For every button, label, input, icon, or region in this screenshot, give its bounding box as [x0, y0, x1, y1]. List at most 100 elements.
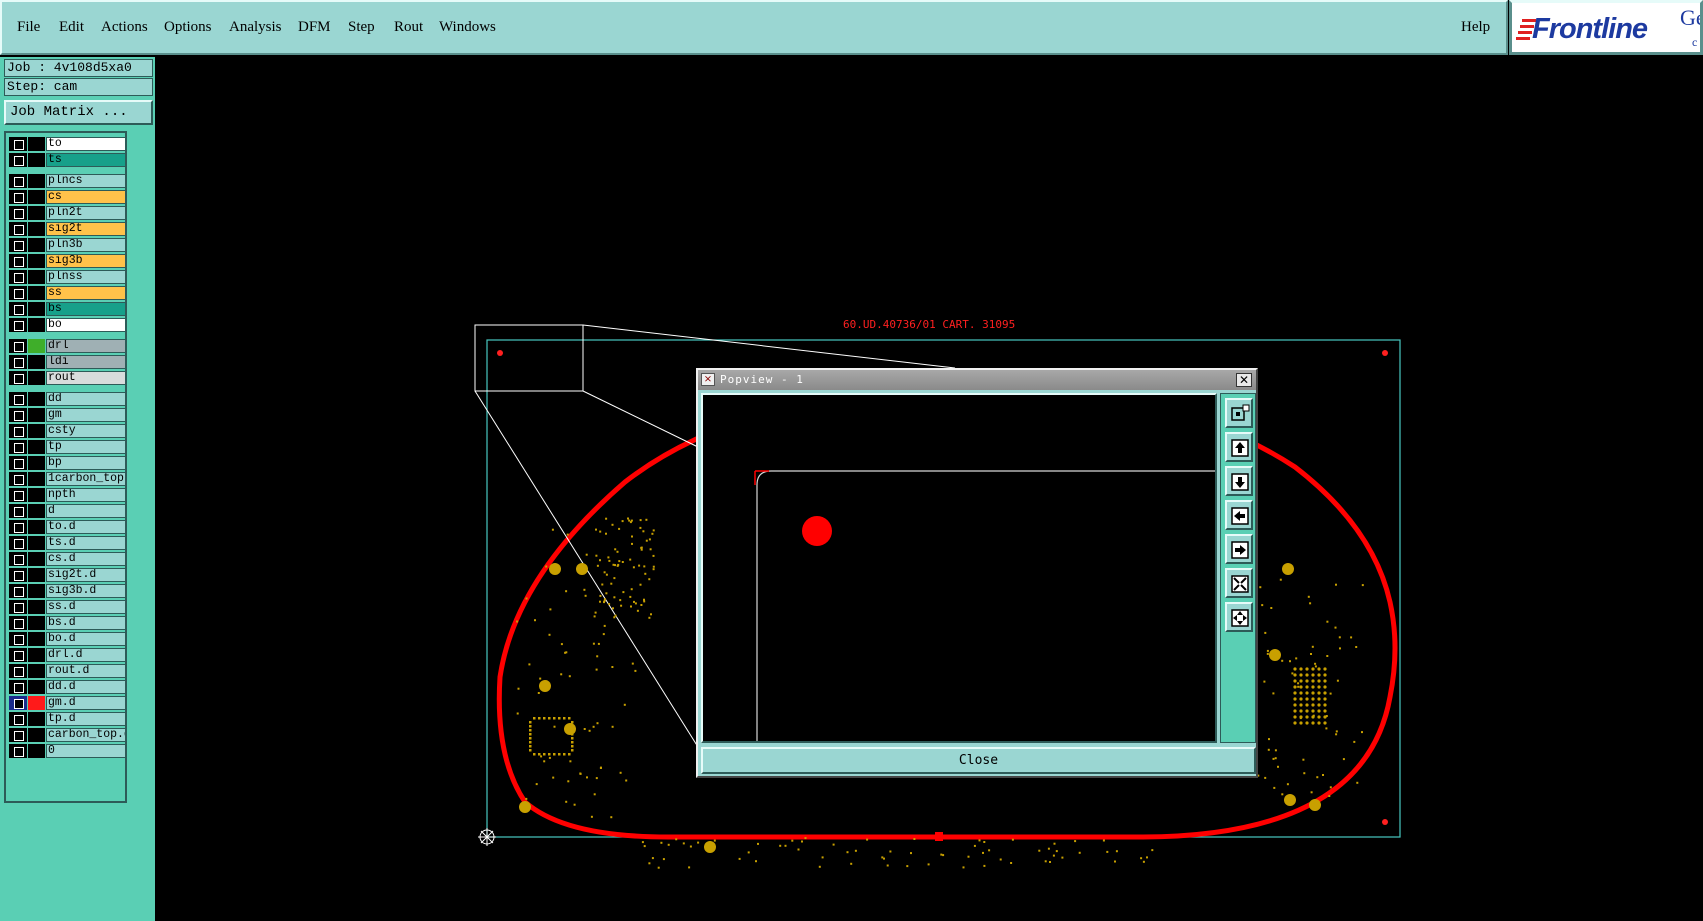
layer-row[interactable]: sig3b [9, 254, 126, 268]
layer-color-swatch[interactable] [28, 600, 45, 614]
layer-color-swatch[interactable] [28, 728, 45, 742]
layer-color-swatch[interactable] [28, 616, 45, 630]
layer-row[interactable]: tp.d [9, 712, 126, 726]
layer-name[interactable]: ldi [46, 355, 126, 369]
layer-row[interactable]: bp [9, 456, 126, 470]
layer-color-swatch[interactable] [28, 153, 45, 167]
layer-row[interactable]: gm [9, 408, 126, 422]
layer-checkbox[interactable] [9, 270, 27, 284]
layer-color-swatch[interactable] [28, 440, 45, 454]
layer-name[interactable]: sig3b [46, 254, 126, 268]
layer-color-swatch[interactable] [28, 680, 45, 694]
layer-row[interactable]: gm.d [9, 696, 126, 710]
layer-checkbox[interactable] [9, 206, 27, 220]
layer-checkbox[interactable] [9, 472, 27, 486]
layer-row[interactable]: drl.d [9, 648, 126, 662]
pan-up-button[interactable] [1225, 432, 1253, 462]
layer-checkbox[interactable] [9, 712, 27, 726]
layer-row[interactable]: cs [9, 190, 126, 204]
layer-name[interactable]: pln2t [46, 206, 126, 220]
layer-row[interactable]: sig3b.d [9, 584, 126, 598]
layer-name[interactable]: carbon_top.d [46, 728, 126, 742]
layer-checkbox[interactable] [9, 552, 27, 566]
layer-row[interactable]: sig2t [9, 222, 126, 236]
layer-color-swatch[interactable] [28, 536, 45, 550]
layer-checkbox[interactable] [9, 456, 27, 470]
layer-name[interactable]: ts.d [46, 536, 126, 550]
layer-color-swatch[interactable] [28, 371, 45, 385]
layer-color-swatch[interactable] [28, 552, 45, 566]
zoom-home-button[interactable] [1225, 398, 1253, 428]
layer-row[interactable]: bs.d [9, 616, 126, 630]
layer-name[interactable]: pln3b [46, 238, 126, 252]
layer-color-swatch[interactable] [28, 318, 45, 332]
layer-checkbox[interactable] [9, 520, 27, 534]
menu-actions[interactable]: Actions [101, 19, 148, 36]
layer-color-swatch[interactable] [28, 712, 45, 726]
layer-name[interactable]: cs [46, 190, 126, 204]
layer-row[interactable]: sig2t.d [9, 568, 126, 582]
layer-name[interactable]: bs.d [46, 616, 126, 630]
menu-help[interactable]: Help [1461, 19, 1490, 36]
layer-row[interactable]: 1carbon_top [9, 472, 126, 486]
layer-checkbox[interactable] [9, 600, 27, 614]
menu-rout[interactable]: Rout [394, 19, 423, 36]
layer-checkbox[interactable] [9, 632, 27, 646]
layer-checkbox[interactable] [9, 728, 27, 742]
layer-color-swatch[interactable] [28, 488, 45, 502]
layer-color-swatch[interactable] [28, 286, 45, 300]
layer-row[interactable]: ss [9, 286, 126, 300]
layer-row[interactable]: ldi [9, 355, 126, 369]
layer-checkbox[interactable] [9, 222, 27, 236]
layer-name[interactable]: rout [46, 371, 126, 385]
layer-row[interactable]: ss.d [9, 600, 126, 614]
layer-checkbox[interactable] [9, 408, 27, 422]
zoom-center-button[interactable] [1225, 602, 1253, 632]
menu-options[interactable]: Options [164, 19, 212, 36]
menu-edit[interactable]: Edit [59, 19, 84, 36]
layer-checkbox[interactable] [9, 744, 27, 758]
layer-color-swatch[interactable] [28, 270, 45, 284]
layer-checkbox[interactable] [9, 680, 27, 694]
layer-checkbox[interactable] [9, 696, 27, 710]
layer-row[interactable]: carbon_top.d [9, 728, 126, 742]
pan-down-button[interactable] [1225, 466, 1253, 496]
layer-row[interactable]: pln3b [9, 238, 126, 252]
layer-row[interactable]: pln2t [9, 206, 126, 220]
menu-step[interactable]: Step [348, 19, 375, 36]
layer-checkbox[interactable] [9, 648, 27, 662]
layer-color-swatch[interactable] [28, 424, 45, 438]
layer-name[interactable]: ss.d [46, 600, 126, 614]
layer-row[interactable]: drl [9, 339, 126, 353]
layer-row[interactable]: npth [9, 488, 126, 502]
layer-checkbox[interactable] [9, 440, 27, 454]
layer-name[interactable]: gm [46, 408, 126, 422]
layer-color-swatch[interactable] [28, 408, 45, 422]
layer-color-swatch[interactable] [28, 355, 45, 369]
layer-name[interactable]: to [46, 137, 126, 151]
popview-close-button[interactable]: Close [701, 747, 1256, 774]
layer-row[interactable]: to [9, 137, 126, 151]
layer-checkbox[interactable] [9, 190, 27, 204]
layer-checkbox[interactable] [9, 137, 27, 151]
layer-checkbox[interactable] [9, 488, 27, 502]
layer-row[interactable]: plnss [9, 270, 126, 284]
layer-name[interactable]: rout.d [46, 664, 126, 678]
pan-left-button[interactable] [1225, 500, 1253, 530]
layer-color-swatch[interactable] [28, 392, 45, 406]
layer-row[interactable]: plncs [9, 174, 126, 188]
layer-name[interactable]: d [46, 504, 126, 518]
layer-row[interactable]: to.d [9, 520, 126, 534]
layer-color-swatch[interactable] [28, 174, 45, 188]
layer-row[interactable]: ts.d [9, 536, 126, 550]
layer-name[interactable]: plnss [46, 270, 126, 284]
layer-color-swatch[interactable] [28, 520, 45, 534]
layer-name[interactable]: ts [46, 153, 126, 167]
layer-color-swatch[interactable] [28, 696, 45, 710]
layer-color-swatch[interactable] [28, 339, 45, 353]
layer-row[interactable]: rout [9, 371, 126, 385]
layer-name[interactable]: tp.d [46, 712, 126, 726]
layer-color-swatch[interactable] [28, 648, 45, 662]
layer-checkbox[interactable] [9, 318, 27, 332]
popview-window[interactable]: ⨯ Popview - 1 ✕ Close [696, 368, 1258, 778]
